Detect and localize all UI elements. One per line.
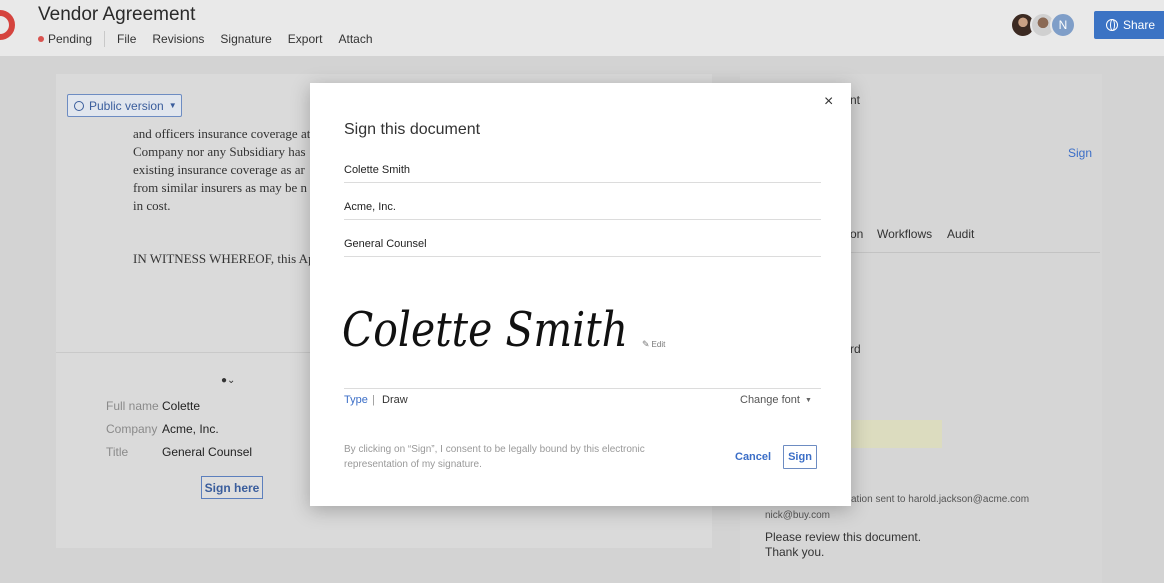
tabs-divider bbox=[835, 252, 1100, 253]
company-label: Company bbox=[106, 422, 158, 436]
sign-button[interactable]: Sign bbox=[783, 445, 817, 469]
sign-link[interactable]: Sign bbox=[1068, 146, 1092, 160]
menu-file[interactable]: File bbox=[117, 32, 136, 46]
document-text-line: in cost. bbox=[133, 198, 171, 213]
edit-label: Edit bbox=[651, 340, 666, 349]
full-name-field[interactable]: Colette Smith bbox=[344, 161, 821, 183]
menu-signature[interactable]: Signature bbox=[220, 32, 271, 46]
tab-type[interactable]: Type bbox=[344, 394, 368, 406]
menu-bar: Pending File Revisions Signature Export … bbox=[38, 31, 389, 47]
panel-header-fragment: nt bbox=[850, 93, 861, 107]
tab-workflows[interactable]: Workflows bbox=[877, 227, 932, 241]
panel-field-fragment: rd bbox=[850, 342, 861, 356]
pencil-icon: ✎ bbox=[642, 339, 650, 349]
consent-text: By clicking on “Sign”, I consent to be l… bbox=[344, 444, 645, 470]
activity-log-email: nick@buy.com bbox=[765, 510, 830, 521]
document-title[interactable]: Vendor Agreement bbox=[38, 4, 195, 26]
menu-revisions[interactable]: Revisions bbox=[152, 32, 204, 46]
company-field[interactable]: Acme, Inc. bbox=[344, 198, 821, 220]
caret-down-icon: ▼ bbox=[168, 101, 177, 110]
globe-icon bbox=[74, 100, 84, 111]
share-button[interactable]: Share bbox=[1094, 11, 1164, 39]
menu-attach[interactable]: Attach bbox=[338, 32, 372, 46]
change-font-label: Change font bbox=[740, 394, 800, 406]
edit-signature-link[interactable]: ✎ Edit bbox=[642, 339, 665, 350]
full-name-label: Full name bbox=[106, 399, 159, 413]
message-line: Thank you. bbox=[765, 545, 825, 559]
activity-log-entry: ation sent to harold.jackson@acme.com bbox=[851, 494, 1030, 505]
collaborator-avatars: N bbox=[1010, 12, 1076, 38]
title-field[interactable]: General Counsel bbox=[344, 235, 821, 257]
signature-baseline bbox=[344, 388, 821, 389]
close-icon[interactable]: × bbox=[824, 93, 833, 111]
menu-export[interactable]: Export bbox=[288, 32, 323, 46]
signature-text: Colette Smith bbox=[342, 302, 628, 358]
signature-preview[interactable]: Colette Smith bbox=[338, 286, 638, 366]
caret-down-icon: ▼ bbox=[804, 396, 812, 404]
tab-audit[interactable]: Audit bbox=[947, 227, 974, 241]
company-value: Acme, Inc. bbox=[162, 422, 219, 436]
document-text-line: IN WITNESS WHEREOF, this Ap bbox=[133, 251, 315, 266]
cancel-button[interactable]: Cancel bbox=[735, 451, 771, 463]
message-line: Please review this document. bbox=[765, 530, 922, 544]
dialog-title: Sign this document bbox=[344, 121, 481, 138]
share-label: Share bbox=[1123, 18, 1156, 32]
status-badge[interactable]: Pending bbox=[48, 32, 92, 46]
avatar[interactable]: N bbox=[1050, 12, 1076, 38]
app-logo-icon[interactable] bbox=[0, 8, 18, 42]
tab-fragment[interactable]: on bbox=[850, 227, 863, 241]
document-text-line: existing insurance coverage as ar bbox=[133, 162, 305, 177]
full-name-value: Colette bbox=[162, 399, 201, 413]
change-font-dropdown[interactable]: Change font ▼ bbox=[740, 394, 812, 406]
globe-icon bbox=[1106, 19, 1118, 31]
document-text-line: and officers insurance coverage at bbox=[133, 126, 311, 141]
title-value: General Counsel bbox=[162, 445, 253, 459]
public-version-label: Public version bbox=[89, 98, 164, 113]
status-dot-icon bbox=[38, 36, 44, 42]
tab-draw[interactable]: Draw bbox=[382, 394, 408, 406]
sign-here-button[interactable]: Sign here bbox=[201, 476, 263, 499]
tab-separator: | bbox=[372, 394, 375, 406]
top-bar: Vendor Agreement Pending File Revisions … bbox=[0, 0, 1164, 56]
document-text-line: from similar insurers as may be n bbox=[133, 180, 308, 195]
public-version-dropdown[interactable]: Public version ▼ bbox=[67, 94, 182, 117]
sign-document-dialog: × Sign this document Colette Smith Acme,… bbox=[310, 83, 851, 506]
signer-toggle-icon[interactable]: ●⌄ bbox=[221, 375, 235, 386]
menu-divider bbox=[104, 31, 106, 47]
document-text-line: Company nor any Subsidiary has bbox=[133, 144, 306, 159]
title-label: Title bbox=[106, 445, 129, 459]
